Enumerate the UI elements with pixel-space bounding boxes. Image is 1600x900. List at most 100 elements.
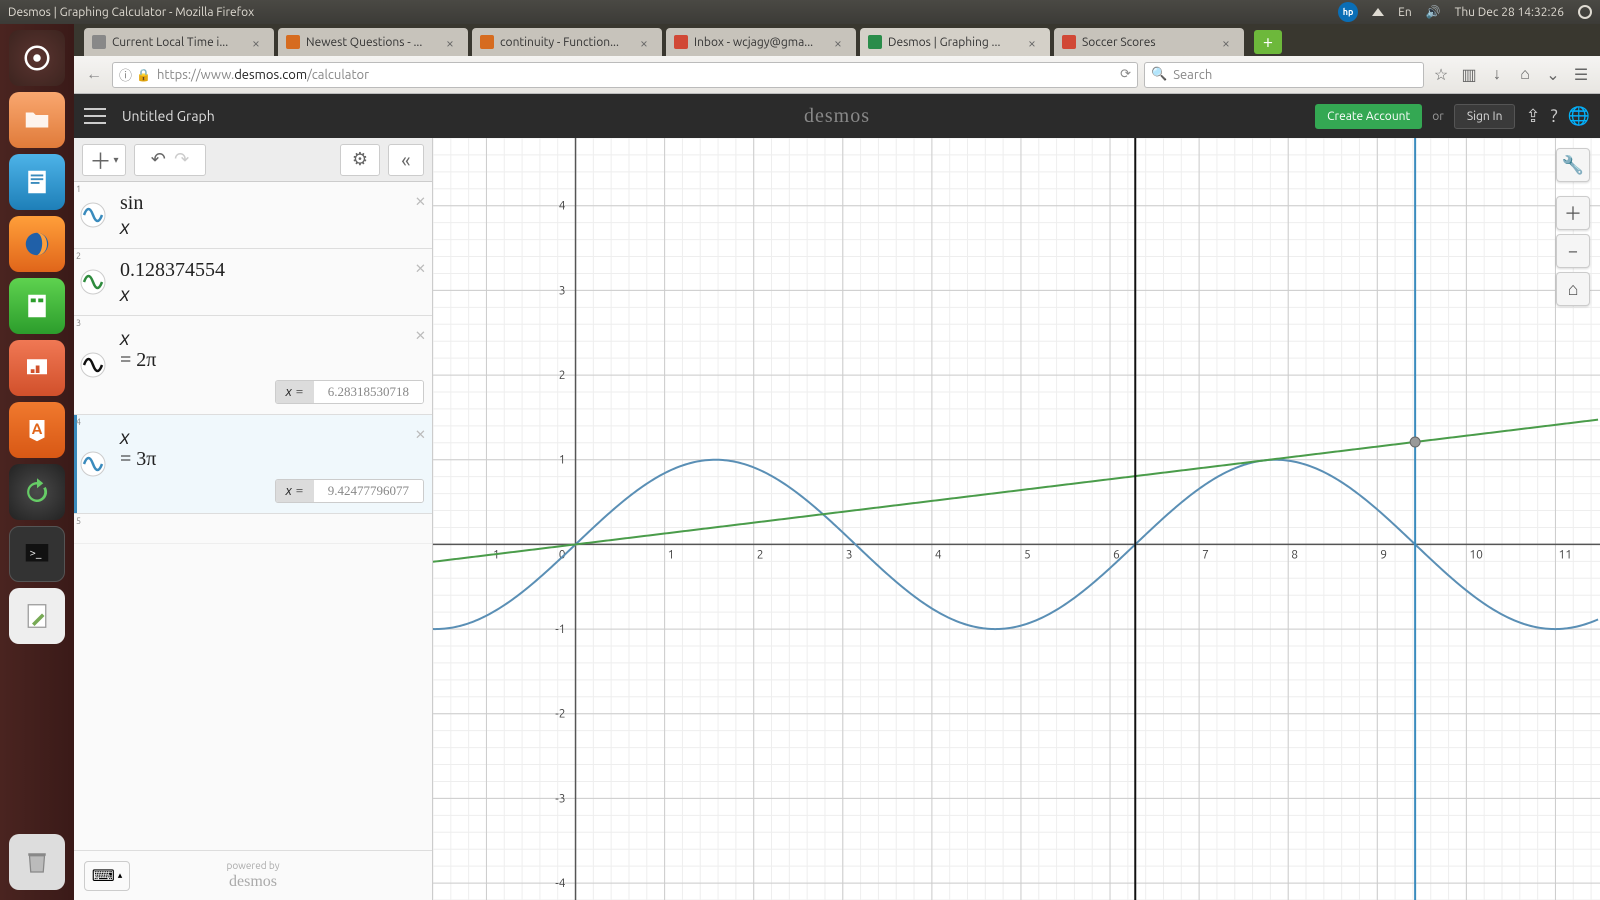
pocket-icon[interactable]: ⌄ xyxy=(1542,64,1564,86)
files-icon[interactable] xyxy=(9,92,65,148)
url-field[interactable]: ⓘ 🔒 https://www.desmos.com/calculator ⟳ xyxy=(112,62,1138,88)
svg-text:2: 2 xyxy=(559,369,566,382)
expression-formula[interactable]: x = 2πx =6.28318530718 xyxy=(112,316,432,414)
or-label: or xyxy=(1432,110,1444,123)
wifi-icon[interactable] xyxy=(1372,8,1384,16)
wrench-icon[interactable]: 🔧 xyxy=(1556,148,1590,182)
home-zoom-button[interactable]: ⌂ xyxy=(1556,272,1590,306)
reload-icon[interactable]: ⟳ xyxy=(1120,67,1131,82)
delete-expression-icon[interactable]: × xyxy=(415,188,426,211)
svg-text:8: 8 xyxy=(1291,548,1298,561)
svg-text:4: 4 xyxy=(935,548,942,561)
zoom-out-button[interactable]: − xyxy=(1556,234,1590,268)
expression-row[interactable]: 4x = 3πx =9.42477796077× xyxy=(74,415,432,514)
url-path: /calculator xyxy=(307,68,369,82)
impress-icon[interactable] xyxy=(9,340,65,396)
firefox-icon[interactable] xyxy=(9,216,65,272)
expression-row[interactable]: 2 0.128374554 x× xyxy=(74,249,432,316)
back-button[interactable]: ← xyxy=(82,63,106,87)
globe-icon[interactable]: 🌐 xyxy=(1568,106,1590,127)
new-tab-button[interactable]: + xyxy=(1254,30,1282,54)
zoom-in-button[interactable]: ＋ xyxy=(1556,196,1590,230)
svg-text:-1: -1 xyxy=(555,623,565,636)
browser-toolbar: ← ⓘ 🔒 https://www.desmos.com/calculator … xyxy=(74,56,1600,94)
expression-formula[interactable]: 0.128374554 x xyxy=(112,249,432,315)
trash-icon[interactable] xyxy=(9,834,65,890)
menu-icon[interactable]: ☰ xyxy=(1570,64,1592,86)
settings-button[interactable]: ⚙ xyxy=(340,144,380,176)
collapse-panel-button[interactable]: « xyxy=(388,144,424,176)
software-icon[interactable]: A xyxy=(9,402,65,458)
power-icon[interactable] xyxy=(1578,5,1592,19)
browser-tab[interactable]: Newest Questions - ...× xyxy=(278,28,468,56)
expression-index: 3 xyxy=(76,318,81,328)
calc-icon[interactable] xyxy=(9,278,65,334)
library-icon[interactable]: ▥ xyxy=(1458,64,1480,86)
browser-tab[interactable]: continuity - Function...× xyxy=(472,28,662,56)
expression-row[interactable]: 1sin x× xyxy=(74,182,432,249)
close-tab-icon[interactable]: × xyxy=(640,35,654,49)
info-icon[interactable]: ⓘ xyxy=(119,65,132,84)
browser-tab[interactable]: Soccer Scores× xyxy=(1054,28,1244,56)
bookmark-icon[interactable]: ☆ xyxy=(1430,64,1452,86)
close-tab-icon[interactable]: × xyxy=(446,35,460,49)
add-expression-button[interactable]: ＋▾ xyxy=(82,144,126,176)
expression-row[interactable]: 3 x = 2πx =6.28318530718× xyxy=(74,316,432,415)
create-account-button[interactable]: Create Account xyxy=(1315,104,1422,129)
close-tab-icon[interactable]: × xyxy=(1028,35,1042,49)
updater-icon[interactable] xyxy=(9,464,65,520)
sign-in-button[interactable]: Sign In xyxy=(1454,104,1516,129)
browser-tab[interactable]: Desmos | Graphing ...× xyxy=(860,28,1050,56)
tab-label: Soccer Scores xyxy=(1082,36,1222,49)
tab-label: Desmos | Graphing ... xyxy=(888,36,1028,49)
delete-expression-icon[interactable]: × xyxy=(415,322,426,345)
search-placeholder: Search xyxy=(1173,68,1212,82)
clock[interactable]: Thu Dec 28 14:32:26 xyxy=(1455,6,1564,19)
expression-color-icon[interactable] xyxy=(74,316,112,414)
downloads-icon[interactable]: ↓ xyxy=(1486,64,1508,86)
favicon-icon xyxy=(868,35,882,49)
graph-area[interactable]: -11234567891011-4-3-2-112340 🔧 ＋ − ⌂ xyxy=(433,138,1600,900)
favicon-icon xyxy=(286,35,300,49)
favicon-icon xyxy=(480,35,494,49)
favicon-icon xyxy=(92,35,106,49)
terminal-icon[interactable]: >_ xyxy=(9,526,65,582)
expression-color-icon[interactable] xyxy=(74,415,112,513)
os-menu-bar: Desmos | Graphing Calculator - Mozilla F… xyxy=(0,0,1600,24)
delete-expression-icon[interactable]: × xyxy=(415,421,426,444)
close-tab-icon[interactable]: × xyxy=(252,35,266,49)
hamburger-icon[interactable] xyxy=(84,108,106,124)
search-field[interactable]: 🔍 Search xyxy=(1144,62,1424,88)
expression-formula[interactable]: sin x xyxy=(112,182,432,248)
undo-redo-buttons[interactable]: ↶ ↷ xyxy=(134,144,206,176)
keyboard-button[interactable]: ⌨▴ xyxy=(84,861,130,891)
browser-tab[interactable]: Inbox - wcjagy@gma...× xyxy=(666,28,856,56)
dash-icon[interactable] xyxy=(9,30,65,86)
expression-formula[interactable]: x = 3πx =9.42477796077 xyxy=(112,415,432,513)
svg-text:3: 3 xyxy=(559,284,566,297)
home-icon[interactable]: ⌂ xyxy=(1514,64,1536,86)
empty-expression-row[interactable]: 5 xyxy=(74,514,432,544)
svg-text:10: 10 xyxy=(1469,548,1483,561)
svg-text:7: 7 xyxy=(1202,548,1209,561)
expression-toolbar: ＋▾ ↶ ↷ ⚙ « xyxy=(74,138,432,182)
svg-text:11: 11 xyxy=(1558,548,1572,561)
browser-tab[interactable]: Current Local Time i...× xyxy=(84,28,274,56)
volume-icon[interactable]: 🔊 xyxy=(1426,5,1441,19)
writer-icon[interactable] xyxy=(9,154,65,210)
delete-expression-icon[interactable]: × xyxy=(415,255,426,278)
expression-list: 1sin x×20.128374554 x×3x = 2πx =6.283185… xyxy=(74,182,432,850)
close-tab-icon[interactable]: × xyxy=(1222,35,1236,49)
share-icon[interactable]: ⇪ xyxy=(1525,106,1540,127)
graph-title[interactable]: Untitled Graph xyxy=(122,108,215,124)
panel-footer: ⌨▴ powered by desmos xyxy=(74,850,432,900)
svg-text:>_: >_ xyxy=(30,548,42,560)
svg-text:9: 9 xyxy=(1380,548,1387,561)
close-tab-icon[interactable]: × xyxy=(834,35,848,49)
plot-canvas[interactable]: -11234567891011-4-3-2-112340 xyxy=(433,138,1600,900)
editor-icon[interactable] xyxy=(9,588,65,644)
help-icon[interactable]: ? xyxy=(1551,106,1558,126)
svg-text:A: A xyxy=(32,420,43,437)
language-indicator[interactable]: En xyxy=(1398,6,1412,19)
expression-index: 2 xyxy=(76,251,81,261)
